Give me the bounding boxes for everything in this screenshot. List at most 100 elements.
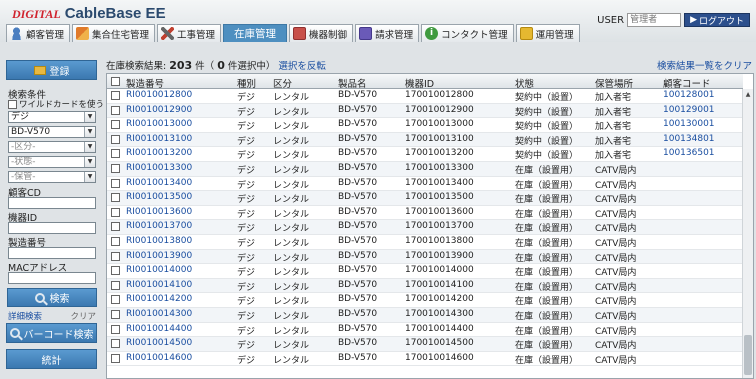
row-checkbox[interactable] — [111, 134, 120, 144]
table-row[interactable]: RI0010012900 デジ レンタル BD-V570 170010012900 契約中… — [107, 103, 743, 119]
table-row[interactable]: RI0010014500 デジ レンタル BD-V570 170010014500 在庫（… — [107, 337, 743, 352]
table-row[interactable]: RI0010013400 デジ レンタル BD-V570 170010013400 在庫（… — [107, 177, 743, 192]
clear-link[interactable]: クリア — [70, 310, 96, 322]
table-row[interactable]: RI0010013000 デジ レンタル BD-V570 170010013000 契約中… — [107, 118, 743, 133]
serial-cell[interactable]: RI0010014200 — [126, 294, 192, 304]
col-status[interactable]: 状態 — [515, 76, 534, 90]
serial-number-field[interactable] — [8, 247, 96, 259]
tab-customer[interactable]: 顧客管理 — [6, 24, 71, 42]
search-button[interactable]: 検索 — [7, 288, 97, 307]
serial-cell[interactable]: RI0010014500 — [126, 338, 192, 348]
row-checkbox[interactable] — [111, 353, 120, 363]
select-all-checkbox[interactable] — [111, 77, 120, 86]
mac-address-field[interactable] — [8, 272, 96, 284]
detail-search-link[interactable]: 詳細検索 — [8, 310, 42, 322]
serial-cell[interactable]: RI0010014600 — [126, 353, 192, 363]
col-device-id[interactable]: 機器ID — [405, 76, 434, 90]
table-row[interactable]: RI0010012800 デジ レンタル BD-V570 170010012800 契約中… — [107, 89, 743, 104]
tab-construction[interactable]: 工事管理 — [157, 24, 222, 42]
col-type[interactable]: 種別 — [237, 76, 256, 90]
serial-cell[interactable]: RI0010013000 — [126, 119, 192, 129]
serial-cell[interactable]: RI0010013600 — [126, 207, 192, 217]
serial-cell[interactable]: RI0010013700 — [126, 221, 192, 231]
serial-cell[interactable]: RI0010013500 — [126, 192, 192, 202]
customer-code-cell[interactable]: 100130001 — [663, 119, 715, 129]
table-row[interactable]: RI0010013600 デジ レンタル BD-V570 170010013600 在庫（… — [107, 206, 743, 221]
status-select[interactable]: -状態- ▼ — [8, 156, 96, 168]
tab-contact[interactable]: i コンタクト管理 — [421, 24, 514, 42]
serial-cell[interactable]: RI0010014300 — [126, 309, 192, 319]
row-checkbox[interactable] — [111, 295, 120, 305]
logout-button[interactable]: ▶ ログアウト — [684, 13, 750, 27]
row-checkbox[interactable] — [111, 149, 120, 159]
row-checkbox[interactable] — [111, 266, 120, 276]
table-row[interactable]: RI0010013700 デジ レンタル BD-V570 170010013700 在庫（… — [107, 220, 743, 235]
tab-operations[interactable]: 運用管理 — [515, 24, 580, 42]
model-select[interactable]: BD-V570 ▼ — [8, 126, 96, 138]
customer-code-cell[interactable]: 100128001 — [663, 90, 715, 100]
wildcard-option[interactable]: ワイルドカードを使う — [8, 98, 104, 110]
row-checkbox[interactable] — [111, 193, 120, 203]
table-row[interactable]: RI0010013200 デジ レンタル BD-V570 170010013200 契約中… — [107, 147, 743, 162]
col-storage[interactable]: 保管場所 — [595, 76, 633, 90]
scroll-up-icon[interactable]: ▲ — [743, 89, 753, 100]
wildcard-checkbox[interactable] — [8, 99, 17, 109]
customer-cd-field[interactable] — [8, 197, 96, 209]
col-customer-code[interactable]: 顧客コード — [663, 76, 711, 90]
row-checkbox[interactable] — [111, 207, 120, 217]
table-row[interactable]: RI0010013300 デジ レンタル BD-V570 170010013300 在庫（… — [107, 161, 743, 177]
row-checkbox[interactable] — [111, 309, 120, 319]
table-row[interactable]: RI0010014600 デジ レンタル BD-V570 170010014600 在庫（… — [107, 352, 743, 367]
serial-cell[interactable]: RI0010012800 — [126, 90, 192, 100]
tab-device-control[interactable]: 機器制御 — [289, 24, 354, 42]
row-checkbox[interactable] — [111, 339, 120, 349]
row-checkbox[interactable] — [111, 324, 120, 334]
serial-cell[interactable]: RI0010013200 — [126, 148, 192, 158]
serial-cell[interactable]: RI0010014100 — [126, 280, 192, 290]
row-checkbox[interactable] — [111, 120, 120, 130]
stats-button[interactable]: 統計 — [6, 349, 97, 369]
serial-cell[interactable]: RI0010013300 — [126, 163, 192, 173]
tab-inventory[interactable]: 在庫管理 — [223, 24, 288, 42]
customer-code-cell[interactable]: 100136501 — [663, 148, 715, 158]
type-select[interactable]: デジ ▼ — [8, 111, 96, 123]
row-checkbox[interactable] — [111, 178, 120, 188]
clear-results-link[interactable]: 検索結果一覧をクリア — [657, 58, 752, 72]
table-row[interactable]: RI0010014200 デジ レンタル BD-V570 170010014200 在庫（… — [107, 293, 743, 308]
register-button[interactable]: 登録 — [6, 60, 97, 80]
table-row[interactable]: RI0010014300 デジ レンタル BD-V570 170010014300 在庫（… — [107, 307, 743, 323]
row-checkbox[interactable] — [111, 251, 120, 261]
serial-cell[interactable]: RI0010013900 — [126, 251, 192, 261]
table-row[interactable]: RI0010014400 デジ レンタル BD-V570 170010014400 在庫（… — [107, 323, 743, 338]
tab-apartment[interactable]: 集合住宅管理 — [72, 24, 156, 42]
row-checkbox[interactable] — [111, 163, 120, 173]
table-row[interactable]: RI0010013500 デジ レンタル BD-V570 170010013500 在庫（… — [107, 191, 743, 206]
serial-cell[interactable]: RI0010014000 — [126, 265, 192, 275]
col-section[interactable]: 区分 — [273, 76, 292, 90]
tab-billing[interactable]: 請求管理 — [355, 24, 420, 42]
col-serial[interactable]: 製造番号 — [126, 76, 164, 90]
col-product[interactable]: 製品名 — [338, 76, 367, 90]
serial-cell[interactable]: RI0010012900 — [126, 105, 192, 115]
user-field[interactable] — [627, 13, 682, 27]
customer-code-cell[interactable]: 100129001 — [663, 105, 715, 115]
table-row[interactable]: RI0010013100 デジ レンタル BD-V570 170010013100 契約中… — [107, 132, 743, 148]
scroll-thumb[interactable] — [744, 335, 752, 375]
vertical-scrollbar[interactable]: ▲ — [742, 89, 753, 378]
serial-cell[interactable]: RI0010013100 — [126, 134, 192, 144]
device-id-field[interactable] — [8, 222, 96, 234]
serial-cell[interactable]: RI0010014400 — [126, 324, 192, 334]
serial-cell[interactable]: RI0010013800 — [126, 236, 192, 246]
storage-select[interactable]: -保管- ▼ — [8, 171, 96, 183]
row-checkbox[interactable] — [111, 222, 120, 232]
row-checkbox[interactable] — [111, 105, 120, 115]
invert-selection-link[interactable]: 選択を反転 — [278, 58, 326, 72]
row-checkbox[interactable] — [111, 280, 120, 290]
table-row[interactable]: RI0010014100 デジ レンタル BD-V570 170010014100 在庫（… — [107, 278, 743, 294]
row-checkbox[interactable] — [111, 236, 120, 246]
barcode-search-button[interactable]: バーコード検索 — [6, 323, 97, 343]
row-checkbox[interactable] — [111, 91, 120, 100]
section-select[interactable]: -区分- ▼ — [8, 141, 96, 153]
serial-cell[interactable]: RI0010013400 — [126, 178, 192, 188]
table-row[interactable]: RI0010013800 デジ レンタル BD-V570 170010013800 在庫（… — [107, 235, 743, 250]
